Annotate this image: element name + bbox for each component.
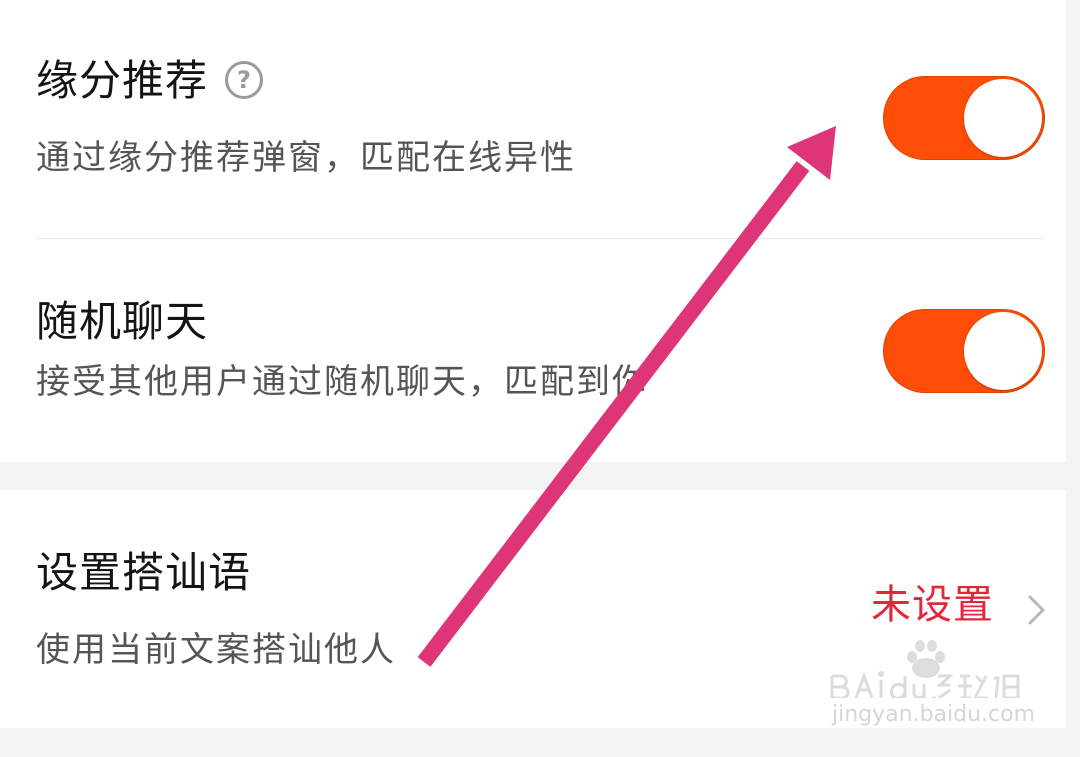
setting-title-random-chat: 随机聊天 xyxy=(36,297,209,346)
setting-description-greeting: 使用当前文案搭讪他人 xyxy=(36,630,396,670)
setting-title-greeting: 设置搭讪语 xyxy=(36,548,252,597)
setting-row-random-chat: 随机聊天 接受其他用户通过随机聊天，匹配到你 xyxy=(0,239,1066,462)
fate-recommend-toggle[interactable] xyxy=(883,76,1045,160)
right-edge-strip xyxy=(1066,0,1080,757)
chevron-right-icon[interactable] xyxy=(1021,593,1051,627)
setting-row-fate-recommend: 缘分推荐 ? 通过缘分推荐弹窗，匹配在线异性 xyxy=(0,0,1066,238)
greeting-status-value[interactable]: 未设置 xyxy=(871,585,994,625)
section-gap xyxy=(0,462,1066,490)
toggle-knob xyxy=(964,79,1042,157)
question-circle-icon[interactable]: ? xyxy=(225,61,263,99)
toggle-knob xyxy=(964,312,1042,390)
setting-description-fate-recommend: 通过缘分推荐弹窗，匹配在线异性 xyxy=(36,138,576,178)
setting-title-fate-recommend: 缘分推荐 xyxy=(36,56,209,105)
random-chat-toggle[interactable] xyxy=(883,309,1045,393)
section-gap xyxy=(0,728,1066,757)
setting-description-random-chat: 接受其他用户通过随机聊天，匹配到你 xyxy=(36,362,648,402)
settings-group-1: 缘分推荐 ? 通过缘分推荐弹窗，匹配在线异性 随机聊天 接受其他用户通过随机聊天… xyxy=(0,0,1066,462)
